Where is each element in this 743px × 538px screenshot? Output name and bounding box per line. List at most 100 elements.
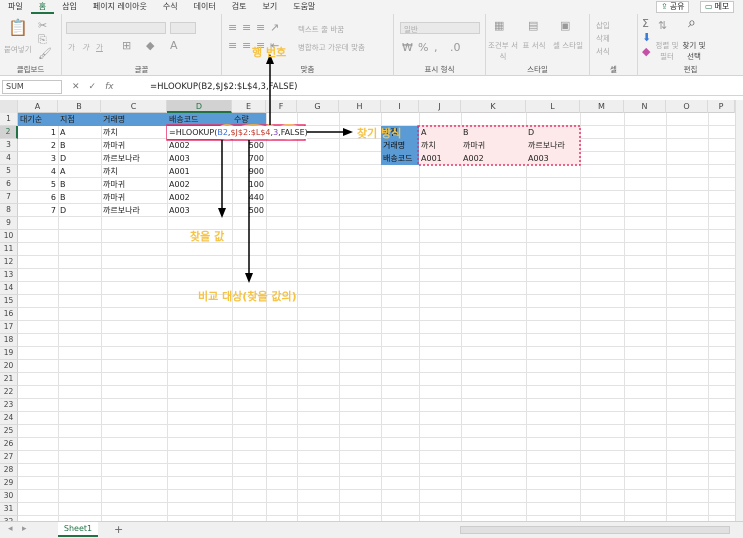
column-header-i[interactable]: I: [381, 100, 419, 113]
find-select-icon[interactable]: ⌕: [688, 16, 696, 30]
font-color-icon[interactable]: A: [170, 40, 178, 51]
format-table-icon[interactable]: ▤: [528, 20, 538, 31]
enter-icon[interactable]: ✓: [89, 82, 97, 92]
quantity-cell[interactable]: 100: [232, 178, 266, 191]
menu-view[interactable]: 보기: [254, 0, 285, 14]
row-header-16[interactable]: 16: [0, 308, 18, 321]
font-name-select[interactable]: [66, 22, 166, 34]
next-sheet-icon[interactable]: ▸: [22, 524, 27, 534]
branch-cell[interactable]: B: [58, 191, 101, 204]
trade-name-cell[interactable]: 까르보나라: [101, 204, 167, 217]
fill-icon[interactable]: ⬇: [642, 32, 651, 43]
quantity-cell[interactable]: 900: [232, 165, 266, 178]
row-header-26[interactable]: 26: [0, 438, 18, 451]
share-button[interactable]: ⇪ 공유: [656, 1, 690, 13]
menu-formulas[interactable]: 수식: [155, 0, 186, 14]
row-header-31[interactable]: 31: [0, 503, 18, 516]
row-header-6[interactable]: 6: [0, 178, 18, 191]
percent-icon[interactable]: %: [418, 42, 428, 53]
name-box[interactable]: SUM: [2, 80, 62, 94]
queue-number-cell[interactable]: 2: [18, 139, 58, 152]
number-format-select[interactable]: 일반: [400, 22, 480, 34]
menu-insert[interactable]: 삽입: [54, 0, 85, 14]
row-header-21[interactable]: 21: [0, 373, 18, 386]
format-table-button[interactable]: 표 서식: [522, 40, 546, 51]
trade-name-cell[interactable]: 까르보나라: [101, 152, 167, 165]
select-all-corner[interactable]: [0, 100, 18, 113]
column-header-e[interactable]: E: [232, 100, 266, 113]
lookup-value-cell[interactable]: 까르보나라: [526, 139, 580, 152]
queue-number-cell[interactable]: 1: [18, 126, 58, 139]
conditional-format-button[interactable]: 조건부 서식: [488, 40, 518, 62]
align-left-icon[interactable]: ≡: [228, 40, 237, 51]
row-header-4[interactable]: 4: [0, 152, 18, 165]
align-center-icon[interactable]: ≡: [242, 40, 251, 51]
row-header-29[interactable]: 29: [0, 477, 18, 490]
row-header-23[interactable]: 23: [0, 399, 18, 412]
row-header-5[interactable]: 5: [0, 165, 18, 178]
column-header-g[interactable]: G: [297, 100, 339, 113]
table-header-cell[interactable]: 수량: [232, 113, 266, 126]
delivery-code-cell[interactable]: A003: [167, 204, 232, 217]
find-select-button[interactable]: 찾기 및 선택: [678, 40, 710, 62]
align-top-icon[interactable]: ≡: [228, 22, 237, 33]
memo-button[interactable]: ▭ 메모: [700, 1, 735, 13]
delivery-code-cell[interactable]: A003: [167, 152, 232, 165]
column-header-d[interactable]: D: [167, 100, 232, 113]
row-header-18[interactable]: 18: [0, 334, 18, 347]
menu-home[interactable]: 홈: [30, 0, 55, 14]
row-header-12[interactable]: 12: [0, 256, 18, 269]
row-header-28[interactable]: 28: [0, 464, 18, 477]
row-header-19[interactable]: 19: [0, 347, 18, 360]
row-header-17[interactable]: 17: [0, 321, 18, 334]
quantity-cell[interactable]: 500: [232, 139, 266, 152]
vertical-scrollbar[interactable]: [735, 100, 743, 521]
format-painter-icon[interactable]: 🖌: [38, 48, 52, 59]
lookup-label-cell[interactable]: 배송코드: [381, 152, 419, 165]
column-header-o[interactable]: O: [666, 100, 708, 113]
column-header-f[interactable]: F: [266, 100, 297, 113]
column-header-m[interactable]: M: [580, 100, 624, 113]
orientation-icon[interactable]: ↗: [270, 22, 279, 33]
lookup-value-cell[interactable]: A002: [461, 152, 526, 165]
cancel-icon[interactable]: ✕: [72, 82, 80, 92]
branch-cell[interactable]: A: [58, 126, 101, 139]
row-header-25[interactable]: 25: [0, 425, 18, 438]
menu-page-layout[interactable]: 페이지 레이아웃: [85, 0, 155, 14]
fx-icon[interactable]: fx: [105, 82, 114, 92]
quantity-cell[interactable]: 500: [232, 204, 266, 217]
table-header-cell[interactable]: 배송코드: [167, 113, 232, 126]
column-header-k[interactable]: K: [461, 100, 526, 113]
row-header-7[interactable]: 7: [0, 191, 18, 204]
paste-icon[interactable]: 📋: [8, 20, 28, 36]
trade-name-cell[interactable]: 까치: [101, 126, 167, 139]
row-header-20[interactable]: 20: [0, 360, 18, 373]
copy-icon[interactable]: ⎘: [38, 34, 47, 45]
row-header-8[interactable]: 8: [0, 204, 18, 217]
format-cells-button[interactable]: 서식: [596, 46, 610, 57]
delivery-code-cell[interactable]: A002: [167, 139, 232, 152]
sheet-tab-sheet1[interactable]: Sheet1: [58, 522, 98, 537]
conditional-format-icon[interactable]: ▦: [494, 20, 504, 31]
comma-icon[interactable]: ,: [434, 42, 438, 53]
column-header-n[interactable]: N: [624, 100, 666, 113]
trade-name-cell[interactable]: 까마귀: [101, 139, 167, 152]
lookup-value-cell[interactable]: A: [419, 126, 461, 139]
border-icon[interactable]: ⊞: [122, 40, 131, 51]
column-header-a[interactable]: A: [18, 100, 58, 113]
add-sheet-icon[interactable]: +: [114, 523, 123, 536]
underline-button[interactable]: 가: [96, 42, 103, 53]
delivery-code-cell[interactable]: A002: [167, 178, 232, 191]
trade-name-cell[interactable]: 까마귀: [101, 191, 167, 204]
bold-button[interactable]: 가: [68, 42, 75, 53]
queue-number-cell[interactable]: 7: [18, 204, 58, 217]
row-header-2[interactable]: 2: [0, 126, 18, 139]
align-middle-icon[interactable]: ≡: [242, 22, 251, 33]
formula-input[interactable]: =HLOOKUP(B2,$J$2:$L$4,3,FALSE): [150, 80, 297, 94]
cell-styles-button[interactable]: 셀 스타일: [552, 40, 584, 51]
italic-button[interactable]: 가: [82, 42, 89, 53]
menu-file[interactable]: 파일: [0, 0, 31, 14]
column-header-j[interactable]: J: [419, 100, 461, 113]
row-header-24[interactable]: 24: [0, 412, 18, 425]
queue-number-cell[interactable]: 6: [18, 191, 58, 204]
